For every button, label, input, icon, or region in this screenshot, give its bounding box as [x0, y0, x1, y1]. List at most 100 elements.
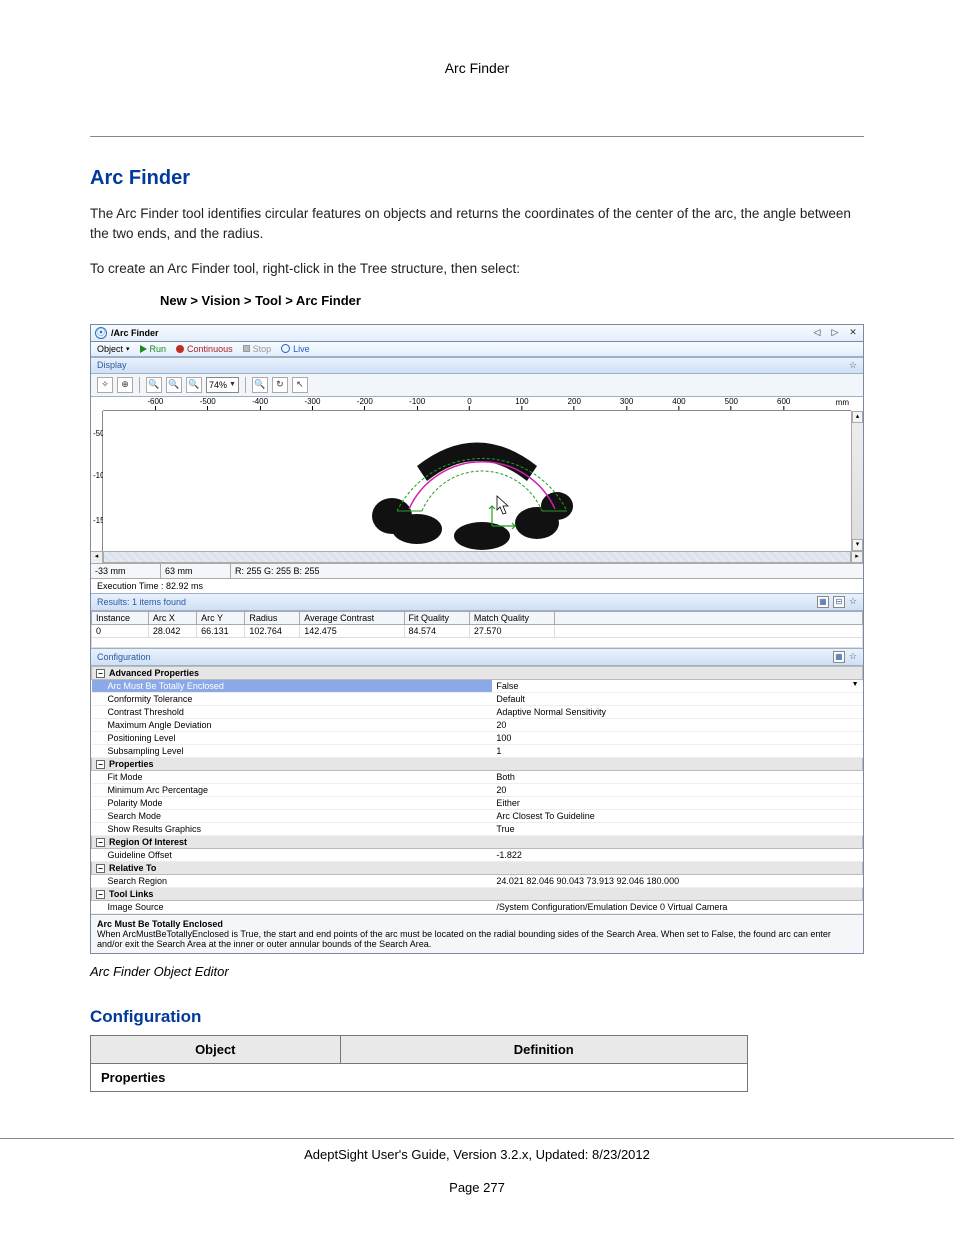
col-instance[interactable]: Instance — [92, 611, 149, 624]
titlebar: ⦿ /Arc Finder ◁ ▷ ✕ — [91, 325, 863, 342]
expander-icon[interactable]: − — [96, 864, 105, 873]
category-advanced[interactable]: −Advanced Properties — [92, 666, 863, 679]
rotate-button[interactable]: ↻ — [272, 377, 288, 393]
vertical-scrollbar[interactable]: ▴ ▾ — [851, 411, 863, 551]
stop-label: Stop — [253, 344, 272, 354]
collapse-icon[interactable]: ☆ — [849, 360, 857, 371]
category-toollinks[interactable]: −Tool Links — [92, 887, 863, 900]
results-icon-1[interactable]: ▦ — [817, 596, 829, 608]
prop-showresults[interactable]: Show Results GraphicsTrue — [92, 822, 863, 835]
tool-button-1[interactable]: ✧ — [97, 377, 113, 393]
prop-contrast[interactable]: Contrast ThresholdAdaptive Normal Sensit… — [92, 705, 863, 718]
cursor-icon — [497, 496, 508, 514]
zoom-fit-button[interactable]: 🔍 — [186, 377, 202, 393]
tool-button-2[interactable]: ⊕ — [117, 377, 133, 393]
prop-guideline-offset[interactable]: Guideline Offset-1.822 — [92, 848, 863, 861]
collapse-icon[interactable]: ☆ — [849, 596, 857, 608]
separator — [139, 377, 140, 393]
category-roi[interactable]: −Region Of Interest — [92, 835, 863, 848]
page-title: Arc Finder — [90, 167, 864, 190]
expander-icon[interactable]: − — [96, 669, 105, 678]
col-arcx[interactable]: Arc X — [148, 611, 196, 624]
scroll-down-icon[interactable]: ▾ — [852, 539, 863, 551]
results-section-bar[interactable]: Results: 1 items found ▦ ⊟ ☆ — [91, 593, 863, 611]
canvas-svg — [103, 411, 851, 551]
continuous-button[interactable]: Continuous — [176, 344, 233, 354]
menubar: Object ▾ Run Continuous Stop Live — [91, 342, 863, 357]
nav-next-button[interactable]: ▷ — [829, 327, 841, 338]
footer-line: AdeptSight User's Guide, Version 3.2.x, … — [0, 1147, 954, 1162]
pointer-button[interactable]: ↖ — [292, 377, 308, 393]
status-bar: -33 mm 63 mm R: 255 G: 255 B: 255 — [91, 563, 863, 578]
configuration-section-bar[interactable]: Configuration ▦ ☆ — [91, 648, 863, 666]
prop-image-source[interactable]: Image Source/System Configuration/Emulat… — [92, 900, 863, 913]
expander-icon[interactable]: − — [96, 760, 105, 769]
prop-positioning[interactable]: Positioning Level100 — [92, 731, 863, 744]
col-matchquality[interactable]: Match Quality — [469, 611, 554, 624]
zoom-region-button[interactable]: 🔍 — [252, 377, 268, 393]
canvas-area: -600 -500 -400 -300 -200 -100 0 100 200 … — [91, 397, 863, 563]
col-radius[interactable]: Radius — [245, 611, 300, 624]
display-section-bar[interactable]: Display ☆ — [91, 357, 863, 374]
run-button[interactable]: Run — [140, 344, 167, 354]
results-label: Results: 1 items found — [97, 597, 186, 607]
zoom-select[interactable]: 74% ▼ — [206, 377, 239, 393]
ruler-vertical: -50 -100 -150 — [91, 411, 103, 551]
configuration-heading: Configuration — [90, 1007, 864, 1027]
menu-object[interactable]: Object ▾ — [97, 344, 130, 354]
defs-row-properties: Properties — [91, 1063, 748, 1091]
config-icon[interactable]: ▦ — [833, 651, 845, 663]
col-avgcontrast[interactable]: Average Contrast — [300, 611, 404, 624]
nav-prev-button[interactable]: ◁ — [811, 327, 823, 338]
property-grid: −Advanced Properties Arc Must Be Totally… — [91, 666, 863, 914]
scroll-left-icon[interactable]: ◂ — [91, 551, 103, 563]
prop-subsampling[interactable]: Subsampling Level1 — [92, 744, 863, 757]
category-relative[interactable]: −Relative To — [92, 861, 863, 874]
live-button[interactable]: Live — [281, 344, 310, 354]
menu-object-label: Object — [97, 344, 123, 354]
scroll-up-icon[interactable]: ▴ — [852, 411, 863, 423]
prop-maxangle[interactable]: Maximum Angle Deviation20 — [92, 718, 863, 731]
defs-col-object: Object — [91, 1035, 341, 1063]
prop-conformity[interactable]: Conformity ToleranceDefault — [92, 692, 863, 705]
separator — [245, 377, 246, 393]
status-y: 63 mm — [161, 564, 231, 578]
prop-polarity[interactable]: Polarity ModeEither — [92, 796, 863, 809]
prop-minarc[interactable]: Minimum Arc Percentage20 — [92, 783, 863, 796]
results-icon-2[interactable]: ⊟ — [833, 596, 845, 608]
intro-paragraph-2: To create an Arc Finder tool, right-clic… — [90, 259, 864, 279]
prop-searchmode[interactable]: Search ModeArc Closest To Guideline — [92, 809, 863, 822]
stop-button[interactable]: Stop — [243, 344, 272, 354]
definition-table: Object Definition Properties — [90, 1035, 748, 1092]
property-description: Arc Must Be Totally Enclosed When ArcMus… — [91, 914, 863, 953]
results-row-0[interactable]: 0 28.042 66.131 102.764 142.475 84.574 2… — [92, 624, 863, 637]
expander-icon[interactable]: − — [96, 890, 105, 899]
col-fitquality[interactable]: Fit Quality — [404, 611, 469, 624]
window-title: /Arc Finder — [111, 328, 159, 338]
continuous-icon — [176, 345, 184, 353]
play-icon — [140, 345, 147, 353]
display-toolbar: ✧ ⊕ 🔍 🔍 🔍 74% ▼ 🔍 ↻ ↖ — [91, 374, 863, 397]
category-properties[interactable]: −Properties — [92, 757, 863, 770]
breadcrumb: New > Vision > Tool > Arc Finder — [160, 293, 864, 308]
ruler-horizontal: -600 -500 -400 -300 -200 -100 0 100 200 … — [103, 397, 851, 411]
status-rgb: R: 255 G: 255 B: 255 — [231, 564, 863, 578]
zoom-in-button[interactable]: 🔍 — [146, 377, 162, 393]
collapse-icon[interactable]: ☆ — [849, 651, 857, 663]
prop-arc-enclosed[interactable]: Arc Must Be Totally EnclosedFalse▼ — [92, 679, 863, 692]
description-body: When ArcMustBeTotallyEnclosed is True, t… — [97, 929, 857, 949]
zoom-out-button[interactable]: 🔍 — [166, 377, 182, 393]
image-canvas[interactable] — [103, 411, 851, 551]
configuration-label: Configuration — [97, 652, 151, 662]
horizontal-scrollbar[interactable] — [103, 551, 851, 563]
scroll-right-icon[interactable]: ▸ — [851, 551, 863, 563]
live-icon — [281, 344, 290, 353]
close-button[interactable]: ✕ — [847, 327, 859, 338]
page-header: Arc Finder — [90, 60, 864, 76]
display-label: Display — [97, 360, 127, 370]
expander-icon[interactable]: − — [96, 838, 105, 847]
col-arcy[interactable]: Arc Y — [197, 611, 245, 624]
prop-fitmode[interactable]: Fit ModeBoth — [92, 770, 863, 783]
prop-search-region[interactable]: Search Region24.021 82.046 90.043 73.913… — [92, 874, 863, 887]
run-label: Run — [150, 344, 167, 354]
